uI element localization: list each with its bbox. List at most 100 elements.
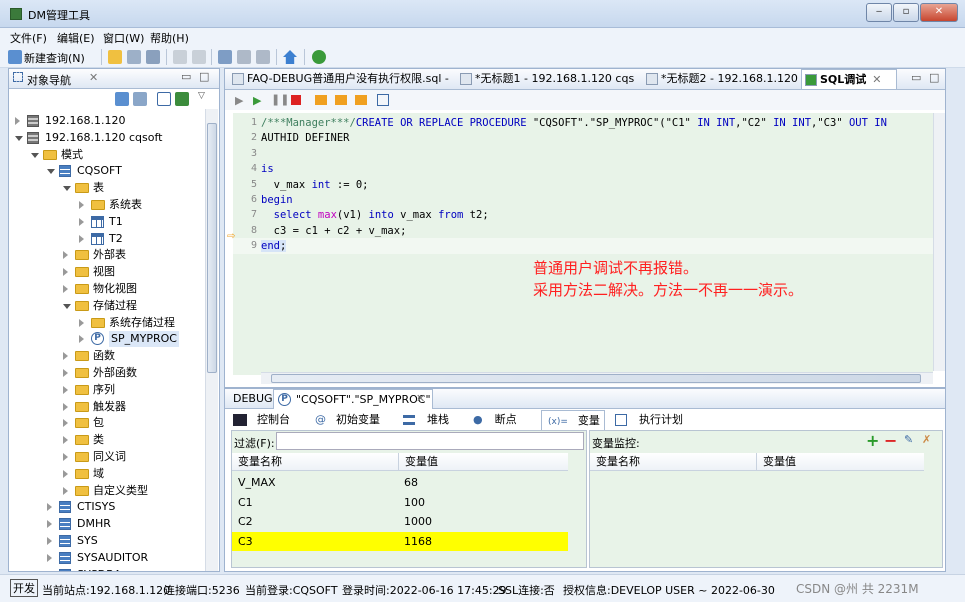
collapsed-arrow-icon[interactable]: [63, 268, 68, 277]
collapsed-arrow-icon[interactable]: [15, 117, 20, 125]
tab-close-icon[interactable]: ✕: [872, 73, 881, 86]
tree-node[interactable]: 系统表: [9, 197, 205, 213]
save-all-icon[interactable]: [146, 50, 160, 64]
collapsed-arrow-icon[interactable]: [63, 352, 68, 361]
collapsed-arrow-icon[interactable]: [63, 436, 68, 445]
copy-icon[interactable]: [237, 50, 251, 64]
editor-hscroll-thumb[interactable]: [271, 374, 921, 383]
edit-icon[interactable]: [157, 92, 171, 106]
edit-pencil-icon[interactable]: ✎: [904, 433, 913, 446]
editor-vscrollbar[interactable]: [933, 113, 945, 371]
run-icon[interactable]: ▶: [235, 94, 243, 107]
collapsed-arrow-icon[interactable]: [79, 335, 84, 344]
redo-icon[interactable]: [192, 50, 206, 64]
clear-icon[interactable]: ✗: [922, 433, 931, 446]
collapsed-arrow-icon[interactable]: [79, 234, 84, 243]
collapse-icon[interactable]: [175, 92, 189, 106]
tab-untitled-1[interactable]: *无标题1 - 192.168.1.120 cqs: [457, 69, 634, 89]
expanded-arrow-icon[interactable]: [15, 135, 23, 141]
collapsed-arrow-icon[interactable]: [63, 486, 68, 495]
expanded-arrow-icon[interactable]: [31, 152, 39, 158]
subtab-breakpoints[interactable]: ● 断点: [473, 410, 517, 430]
tree-node[interactable]: 序列: [9, 382, 205, 398]
minimize-button[interactable]: ‒: [866, 3, 892, 22]
disconnect-icon[interactable]: [133, 92, 147, 106]
debug-bug-icon[interactable]: [312, 50, 326, 64]
variable-row[interactable]: C3 1168: [232, 531, 568, 551]
minimize-view-icon[interactable]: ▭: [181, 70, 191, 83]
paste-icon[interactable]: [256, 50, 270, 64]
tree-node[interactable]: 触发器: [9, 399, 205, 415]
expanded-arrow-icon[interactable]: [63, 303, 71, 309]
variable-row[interactable]: C2 1000: [232, 512, 568, 531]
minimize-view-icon[interactable]: ▭: [911, 71, 921, 84]
tree-node[interactable]: 模式: [9, 147, 205, 163]
tab-object-navigator[interactable]: 对象导航: [27, 72, 71, 88]
save-icon[interactable]: [127, 50, 141, 64]
code-editor[interactable]: 1 /***Manager***/CREATE OR REPLACE PROCED…: [233, 113, 933, 375]
collapsed-arrow-icon[interactable]: [47, 537, 52, 545]
subtab-variables[interactable]: (x)= 变量: [541, 410, 605, 430]
collapsed-arrow-icon[interactable]: [47, 520, 52, 529]
tab-sql-debug[interactable]: SQL调试 ✕: [801, 69, 897, 89]
step-over-icon[interactable]: [335, 95, 347, 105]
home-icon[interactable]: [283, 50, 297, 64]
view-menu-icon[interactable]: ▽: [198, 91, 205, 101]
open-folder-icon[interactable]: [108, 50, 122, 64]
remove-icon[interactable]: −: [884, 431, 897, 450]
pause-icon[interactable]: ❚❚: [271, 93, 289, 106]
tree-node[interactable]: 外部函数: [9, 365, 205, 381]
tree-node[interactable]: 外部表: [9, 247, 205, 263]
tree-node[interactable]: CTISYS: [9, 499, 205, 515]
collapsed-arrow-icon[interactable]: [79, 217, 84, 226]
tab-proc[interactable]: P "CQSOFT"."SP_MYPROC" ✕: [273, 389, 433, 409]
collapsed-arrow-icon[interactable]: [63, 285, 68, 293]
step-out-icon[interactable]: [355, 95, 367, 105]
collapsed-arrow-icon[interactable]: [63, 402, 68, 411]
editor-hscrollbar[interactable]: [261, 372, 933, 384]
tree-node[interactable]: 物化视图: [9, 281, 205, 297]
stop-icon[interactable]: [291, 95, 301, 105]
collapsed-arrow-icon[interactable]: [63, 469, 68, 478]
menu-edit[interactable]: 编辑(E): [57, 30, 95, 46]
subtab-stack[interactable]: 堆栈: [403, 410, 449, 430]
tab-close-icon[interactable]: ✕: [89, 71, 98, 84]
collapsed-arrow-icon[interactable]: [63, 453, 68, 461]
tree-node[interactable]: 系统存储过程: [9, 315, 205, 331]
tree-node[interactable]: 类: [9, 432, 205, 448]
menu-file[interactable]: 文件(F): [10, 30, 47, 46]
tree-scrollbar[interactable]: [205, 109, 218, 571]
tree-node[interactable]: 视图: [9, 264, 205, 280]
tab-close-icon[interactable]: ✕: [416, 392, 425, 405]
tree-node[interactable]: SYSDBA: [9, 567, 205, 571]
menu-help[interactable]: 帮助(H): [150, 30, 189, 46]
expanded-arrow-icon[interactable]: [63, 186, 71, 192]
tree-node[interactable]: 存储过程: [9, 298, 205, 314]
checkbox-icon[interactable]: [377, 94, 389, 106]
collapsed-arrow-icon[interactable]: [79, 201, 84, 209]
subtab-console[interactable]: 控制台: [233, 410, 290, 430]
maximize-view-icon[interactable]: □: [199, 70, 209, 83]
maximize-view-icon[interactable]: □: [929, 71, 939, 84]
tree-node[interactable]: CQSOFT: [9, 163, 205, 179]
collapsed-arrow-icon[interactable]: [79, 318, 84, 327]
add-icon[interactable]: +: [866, 431, 879, 450]
tab-faq-debug-sql[interactable]: FAQ-DEBUG普通用户没有执行权限.sql -: [229, 69, 451, 89]
subtab-exec-plan[interactable]: 执行计划: [615, 410, 683, 430]
tree-node[interactable]: T2: [9, 231, 205, 247]
tree-node[interactable]: T1: [9, 214, 205, 230]
collapsed-arrow-icon[interactable]: [47, 553, 52, 562]
filter-input[interactable]: [276, 432, 584, 450]
tree-scroll-thumb[interactable]: [207, 123, 217, 373]
menu-window[interactable]: 窗口(W): [103, 30, 144, 46]
tree-node[interactable]: P SP_MYPROC: [9, 331, 205, 348]
tree-node[interactable]: 包: [9, 415, 205, 431]
subtab-init-vars[interactable]: @ 初始变量: [315, 410, 380, 430]
tree-node[interactable]: DMHR: [9, 516, 205, 532]
variable-row[interactable]: C1 100: [232, 493, 568, 512]
cut-icon[interactable]: [218, 50, 232, 64]
connect-icon[interactable]: [115, 92, 129, 106]
tree-node[interactable]: 域: [9, 466, 205, 482]
tree-node[interactable]: 192.168.1.120 cqsoft: [9, 130, 205, 146]
tree-node[interactable]: SYSAUDITOR: [9, 550, 205, 566]
